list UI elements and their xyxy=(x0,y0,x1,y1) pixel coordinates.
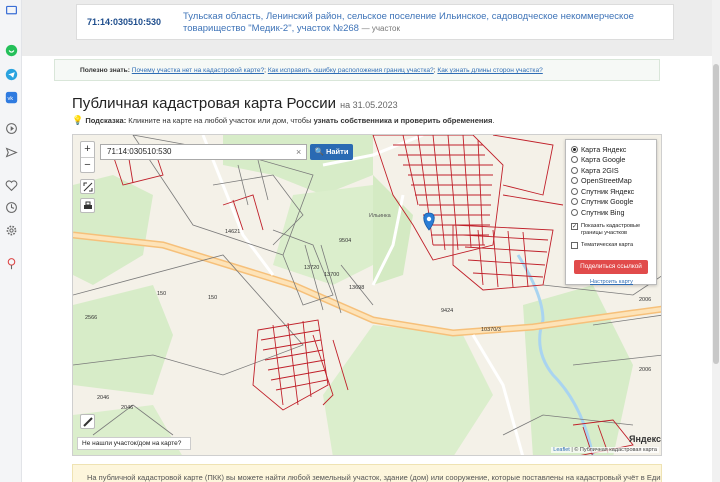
map-label-2006-b: 2006 xyxy=(639,367,651,373)
map-search-button[interactable]: 🔍 Найти xyxy=(310,144,353,160)
hint-end: . xyxy=(492,116,495,125)
useful-links-bar: Полезно знать: Почему участка нет на кад… xyxy=(54,59,660,81)
send-icon[interactable] xyxy=(3,144,19,160)
page-title-date: на 31.05.2023 xyxy=(340,100,398,110)
map-label-13720: 13720 xyxy=(304,265,319,271)
heart-icon[interactable] xyxy=(3,177,19,193)
map-label-13698: 13698 xyxy=(349,285,364,291)
scrollbar-thumb[interactable] xyxy=(713,64,719,364)
zoom-control[interactable]: + − xyxy=(80,141,95,173)
whatsapp-icon[interactable] xyxy=(3,42,19,58)
hint-bold-text: узнать собственника и проверить обремене… xyxy=(313,116,493,125)
scrollbar[interactable] xyxy=(712,0,720,482)
layer-osm[interactable]: OpenStreetMap xyxy=(571,176,632,186)
search-icon: 🔍 xyxy=(314,147,324,156)
hint-label: Подсказка: xyxy=(85,116,127,125)
fullscreen-button[interactable] xyxy=(80,179,95,194)
expand-icon xyxy=(83,182,92,191)
search-button-label: Найти xyxy=(325,147,349,156)
clear-search-icon[interactable]: × xyxy=(296,147,301,157)
layer-label: OpenStreetMap xyxy=(581,176,632,185)
map-label-village: Ильинка xyxy=(369,213,392,219)
page-title: Публичная кадастровая карта России на 31… xyxy=(72,95,398,112)
link-fix-error[interactable]: Как исправить ошибку расположения границ… xyxy=(268,67,434,74)
map-label-2046-a: 2046 xyxy=(97,395,109,401)
printer-icon xyxy=(83,201,92,209)
radio-icon xyxy=(571,166,578,174)
layer-label: Спутник Google xyxy=(581,197,634,206)
layer-yandex-satellite[interactable]: Спутник Яндекс xyxy=(571,186,634,196)
result-address[interactable]: Тульская область, Ленинский район, сельс… xyxy=(183,11,663,35)
map-label-2046-b: 2046 xyxy=(121,405,133,411)
search-result-card[interactable]: 71:14:030510:530 Тульская область, Ленин… xyxy=(76,4,674,40)
layer-label: Карта Яндекс xyxy=(581,144,627,154)
layer-label: Карта 2GIS xyxy=(581,165,619,175)
pin-icon[interactable] xyxy=(3,255,19,271)
map-label-150-b: 150 xyxy=(208,295,217,301)
map-attribution: Leaflet | © Публичная кадастровая карта xyxy=(551,447,659,453)
radio-icon xyxy=(571,208,578,216)
map-label-14621: 14621 xyxy=(225,229,240,235)
map-label-9424: 9424 xyxy=(441,308,453,314)
map-search-input[interactable]: 71:14:030510:530 xyxy=(100,144,307,160)
map-label-13700: 13700 xyxy=(324,272,339,278)
hint: 💡 Подсказка: Кликните на карте на любой … xyxy=(72,115,494,126)
print-button[interactable] xyxy=(80,198,95,213)
browser-sidebar: vk xyxy=(0,0,22,482)
radio-icon xyxy=(571,187,578,195)
layer-google-map[interactable]: Карта Google xyxy=(571,155,625,165)
result-type: — участок xyxy=(361,24,400,33)
link-why-missing[interactable]: Почему участка нет на кадастровой карте? xyxy=(132,67,264,74)
result-cadastral-number[interactable]: 71:14:030510:530 xyxy=(87,17,161,27)
map-label-9504: 9504 xyxy=(339,238,351,244)
radio-icon xyxy=(571,198,578,205)
checkbox-icon[interactable] xyxy=(571,242,578,249)
bulb-icon: 💡 xyxy=(72,115,84,125)
map-label-2006-a: 2006 xyxy=(639,297,651,303)
radio-icon xyxy=(571,177,578,184)
layer-label: Спутник Яндекс xyxy=(581,186,635,196)
map-label-2566: 2566 xyxy=(85,315,97,321)
checkbox-checked-icon[interactable]: ✓ xyxy=(571,223,578,230)
vk-icon[interactable]: vk xyxy=(3,89,19,105)
layer-bing-satellite[interactable]: Спутник Bing xyxy=(571,207,624,217)
useful-label: Полезно знать: xyxy=(80,67,130,74)
map-label-road: 10370/3 xyxy=(481,327,501,333)
result-address-text[interactable]: Тульская область, Ленинский район, сельс… xyxy=(183,11,634,34)
message-icon[interactable] xyxy=(3,2,19,18)
not-found-button[interactable]: Не нашли участок/дом на карте? xyxy=(77,437,191,450)
radio-icon xyxy=(571,156,578,163)
cadastral-map[interactable]: 8855 14621 9504 13720 13700 13698 9424 2… xyxy=(72,134,662,456)
option-label: Тематическая карта xyxy=(581,242,634,248)
zoom-in-button[interactable]: + xyxy=(81,142,94,157)
radio-icon xyxy=(571,145,578,153)
link-side-lengths[interactable]: Как узнать длины сторон участка? xyxy=(437,67,542,74)
yandex-logo: Яндекс xyxy=(629,434,662,444)
leaflet-link[interactable]: Leaflet xyxy=(553,447,570,453)
ruler-button[interactable] xyxy=(80,414,95,429)
ruler-icon xyxy=(82,416,93,427)
option-label: Показать кадастровые границы участков xyxy=(581,223,641,236)
layer-2gis-map[interactable]: Карта 2GIS xyxy=(571,165,619,175)
share-link-button[interactable]: Поделиться ссылкой xyxy=(574,260,648,274)
svg-text:vk: vk xyxy=(7,95,13,101)
option-cadastral-borders[interactable]: ✓ Показать кадастровые границы участков xyxy=(571,223,655,237)
clock-icon[interactable] xyxy=(3,199,19,215)
settings-icon[interactable] xyxy=(3,222,19,238)
hint-text: Кликните на карте на любой участок или д… xyxy=(128,116,312,125)
option-thematic-map[interactable]: Тематическая карта xyxy=(571,242,655,249)
attribution-text: | © Публичная кадастровая карта xyxy=(571,447,657,453)
zoom-out-button[interactable]: − xyxy=(81,157,94,172)
layer-yandex-map[interactable]: Карта Яндекс xyxy=(571,144,626,154)
play-icon[interactable] xyxy=(3,120,19,136)
telegram-icon[interactable] xyxy=(3,66,19,82)
configure-map-link[interactable]: Настроить карту xyxy=(590,279,633,285)
layer-google-satellite[interactable]: Спутник Google xyxy=(571,197,633,207)
map-label-150-a: 150 xyxy=(157,291,166,297)
info-note: На публичной кадастровой карте (ПКК) вы … xyxy=(72,464,662,482)
layer-switcher: Карта Яндекс Карта Google Карта 2GIS Ope… xyxy=(565,139,657,285)
layer-label: Спутник Bing xyxy=(581,207,625,217)
layer-label: Карта Google xyxy=(581,155,626,164)
page-title-text: Публичная кадастровая карта России xyxy=(72,95,336,112)
